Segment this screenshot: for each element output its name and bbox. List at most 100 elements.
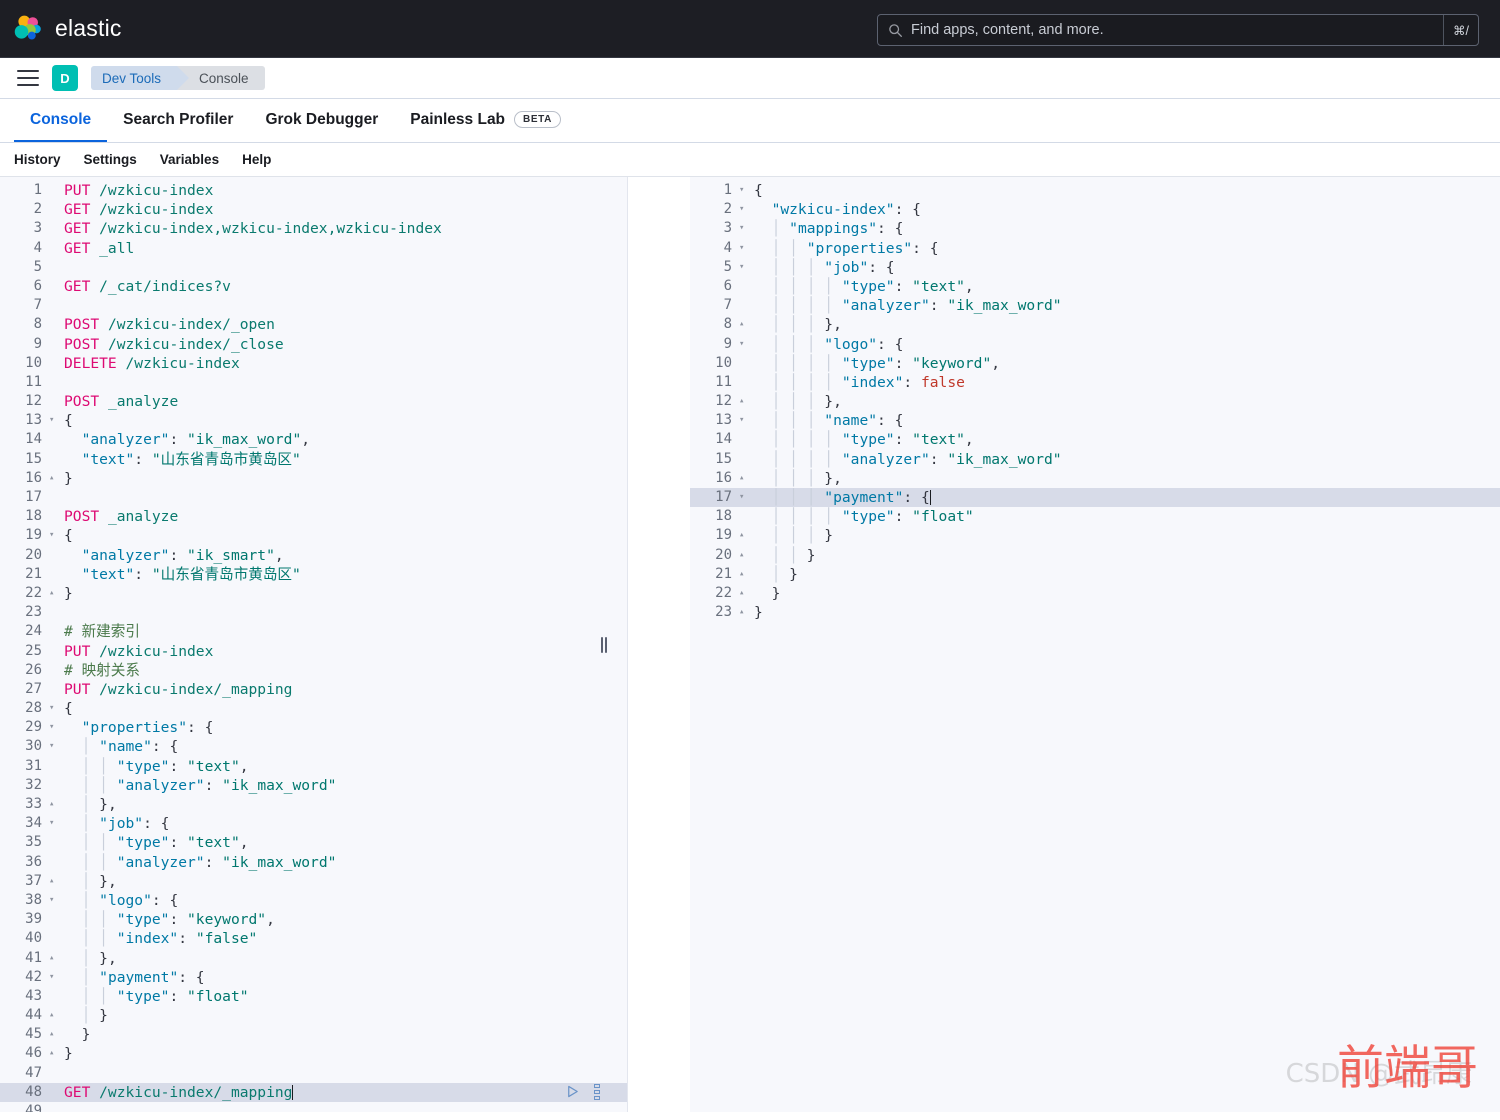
code-line[interactable]: 40 │ │ "index": "false" [0,929,627,948]
code-line[interactable]: 14 "analyzer": "ik_max_word", [0,430,627,449]
code-line[interactable]: 9 POST /wzkicu-index/_close [0,335,627,354]
code-line[interactable]: 47 [0,1064,627,1083]
request-editor-pane[interactable]: 1 PUT /wzkicu-index 2 GET /wzkicu-index 3 GET… [0,177,628,1112]
tab-grok-debugger[interactable]: Grok Debugger [249,99,394,142]
code-line[interactable]: 5 ▾ │ │ │ "job": { [690,258,1500,277]
code-line[interactable]: 1 ▾{ [690,181,1500,200]
fold-toggle-icon[interactable]: ▾ [738,411,750,430]
fold-toggle-icon[interactable]: ▾ [48,411,60,430]
code-line[interactable]: 10 DELETE /wzkicu-index [0,354,627,373]
code-line[interactable]: 25 PUT /wzkicu-index [0,642,627,661]
code-line[interactable]: 9 ▾ │ │ │ "logo": { [690,335,1500,354]
code-line[interactable]: 16 ▴ │ │ │ }, [690,469,1500,488]
code-line[interactable]: 49 [0,1102,627,1112]
fold-toggle-icon[interactable]: ▴ [48,872,60,891]
search-input[interactable]: Find apps, content, and more. [911,22,1443,38]
fold-toggle-icon[interactable]: ▾ [738,239,750,258]
play-triangle-icon[interactable] [565,1084,580,1099]
fold-toggle-icon[interactable]: ▴ [48,1025,60,1044]
fold-toggle-icon[interactable]: ▾ [48,526,60,545]
code-line[interactable]: 17 [0,488,627,507]
code-line[interactable]: 8 POST /wzkicu-index/_open [0,315,627,334]
code-line[interactable]: 12 POST _analyze [0,392,627,411]
code-line[interactable]: 36 │ │ "analyzer": "ik_max_word" [0,853,627,872]
code-line[interactable]: 43 │ │ "type": "float" [0,987,627,1006]
code-line[interactable]: 35 │ │ "type": "text", [0,833,627,852]
code-line[interactable]: 31 │ │ "type": "text", [0,757,627,776]
code-line[interactable]: 45 ▴ } [0,1025,627,1044]
code-line[interactable]: 20 "analyzer": "ik_smart", [0,546,627,565]
code-line[interactable]: 7 │ │ │ │ "analyzer": "ik_max_word" [690,296,1500,315]
submenu-item-settings[interactable]: Settings [84,152,137,167]
code-line[interactable]: 32 │ │ "analyzer": "ik_max_word" [0,776,627,795]
code-line[interactable]: 48 GET /wzkicu-index/_mapping [0,1082,627,1102]
code-line[interactable]: 4 GET _all [0,239,627,258]
code-line[interactable]: 3 GET /wzkicu-index,wzkicu-index,wzkicu-i… [0,219,627,238]
fold-toggle-icon[interactable]: ▴ [48,1006,60,1025]
code-line[interactable]: 1 PUT /wzkicu-index [0,181,627,200]
code-line[interactable]: 17 ▾ │ │ │ "payment": { [690,488,1500,508]
tab-search-profiler[interactable]: Search Profiler [107,99,249,142]
fold-toggle-icon[interactable]: ▾ [738,258,750,277]
hamburger-menu-icon[interactable] [17,70,39,86]
code-line[interactable]: 39 │ │ "type": "keyword", [0,910,627,929]
request-editor[interactable]: 1 PUT /wzkicu-index 2 GET /wzkicu-index 3 GET… [0,177,627,1112]
code-line[interactable]: 15 │ │ │ │ "analyzer": "ik_max_word" [690,450,1500,469]
code-line[interactable]: 18 │ │ │ │ "type": "float" [690,507,1500,526]
tab-painless-lab[interactable]: Painless Lab BETA [394,99,577,142]
fold-toggle-icon[interactable]: ▴ [738,603,750,622]
code-line[interactable]: 18 POST _analyze [0,507,627,526]
code-line[interactable]: 13 ▾{ [0,411,627,430]
code-line[interactable]: 38 ▾ │ "logo": { [0,891,627,910]
code-line[interactable]: 6 GET /_cat/indices?v [0,277,627,296]
code-line[interactable]: 4 ▾ │ │ "properties": { [690,239,1500,258]
code-line[interactable]: 8 ▴ │ │ │ }, [690,315,1500,334]
code-line[interactable]: 21 ▴ │ } [690,565,1500,584]
response-editor-pane[interactable]: 1 ▾{2 ▾ "wzkicu-index": {3 ▾ │ "mappings": … [690,177,1500,1112]
code-line[interactable]: 33 ▴ │ }, [0,795,627,814]
code-line[interactable]: 14 │ │ │ │ "type": "text", [690,430,1500,449]
fold-toggle-icon[interactable]: ▾ [48,968,60,987]
request-options-icon[interactable] [594,1083,601,1100]
code-line[interactable]: 34 ▾ │ "job": { [0,814,627,833]
code-line[interactable]: 23 ▴} [690,603,1500,622]
code-line[interactable]: 3 ▾ │ "mappings": { [690,219,1500,238]
code-line[interactable]: 42 ▾ │ "payment": { [0,968,627,987]
code-line[interactable]: 6 │ │ │ │ "type": "text", [690,277,1500,296]
submenu-item-help[interactable]: Help [242,152,271,167]
code-line[interactable]: 22 ▴ } [690,584,1500,603]
resize-grip-icon[interactable] [599,634,609,656]
fold-toggle-icon[interactable]: ▴ [738,469,750,488]
code-line[interactable]: 24 # 新建索引 [0,622,627,641]
code-line[interactable]: 23 [0,603,627,622]
fold-toggle-icon[interactable]: ▾ [48,891,60,910]
space-avatar[interactable]: D [52,65,78,91]
fold-toggle-icon[interactable]: ▾ [738,181,750,200]
code-line[interactable]: 37 ▴ │ }, [0,872,627,891]
fold-toggle-icon[interactable]: ▾ [738,335,750,354]
breadcrumb-item-dev-tools[interactable]: Dev Tools [91,66,190,90]
code-line[interactable]: 19 ▴ │ │ │ } [690,526,1500,545]
code-line[interactable]: 44 ▴ │ } [0,1006,627,1025]
fold-toggle-icon[interactable]: ▾ [48,814,60,833]
code-line[interactable]: 10 │ │ │ │ "type": "keyword", [690,354,1500,373]
code-line[interactable]: 41 ▴ │ }, [0,949,627,968]
fold-toggle-icon[interactable]: ▾ [738,219,750,238]
fold-toggle-icon[interactable]: ▾ [48,737,60,756]
brand[interactable]: elastic [14,14,122,44]
fold-toggle-icon[interactable]: ▴ [48,949,60,968]
fold-toggle-icon[interactable]: ▾ [48,718,60,737]
fold-toggle-icon[interactable]: ▴ [48,469,60,488]
fold-toggle-icon[interactable]: ▴ [738,315,750,334]
fold-toggle-icon[interactable]: ▴ [48,795,60,814]
pane-splitter[interactable] [601,177,690,1112]
tab-console[interactable]: Console [14,99,108,142]
code-line[interactable]: 26 # 映射关系 [0,661,627,680]
code-line[interactable]: 7 [0,296,627,315]
code-line[interactable]: 22 ▴} [0,584,627,603]
code-line[interactable]: 30 ▾ │ "name": { [0,737,627,756]
code-line[interactable]: 15 "text": "山东省青岛市黄岛区" [0,450,627,469]
code-line[interactable]: 21 "text": "山东省青岛市黄岛区" [0,565,627,584]
fold-toggle-icon[interactable]: ▴ [738,392,750,411]
code-line[interactable]: 11 [0,373,627,392]
